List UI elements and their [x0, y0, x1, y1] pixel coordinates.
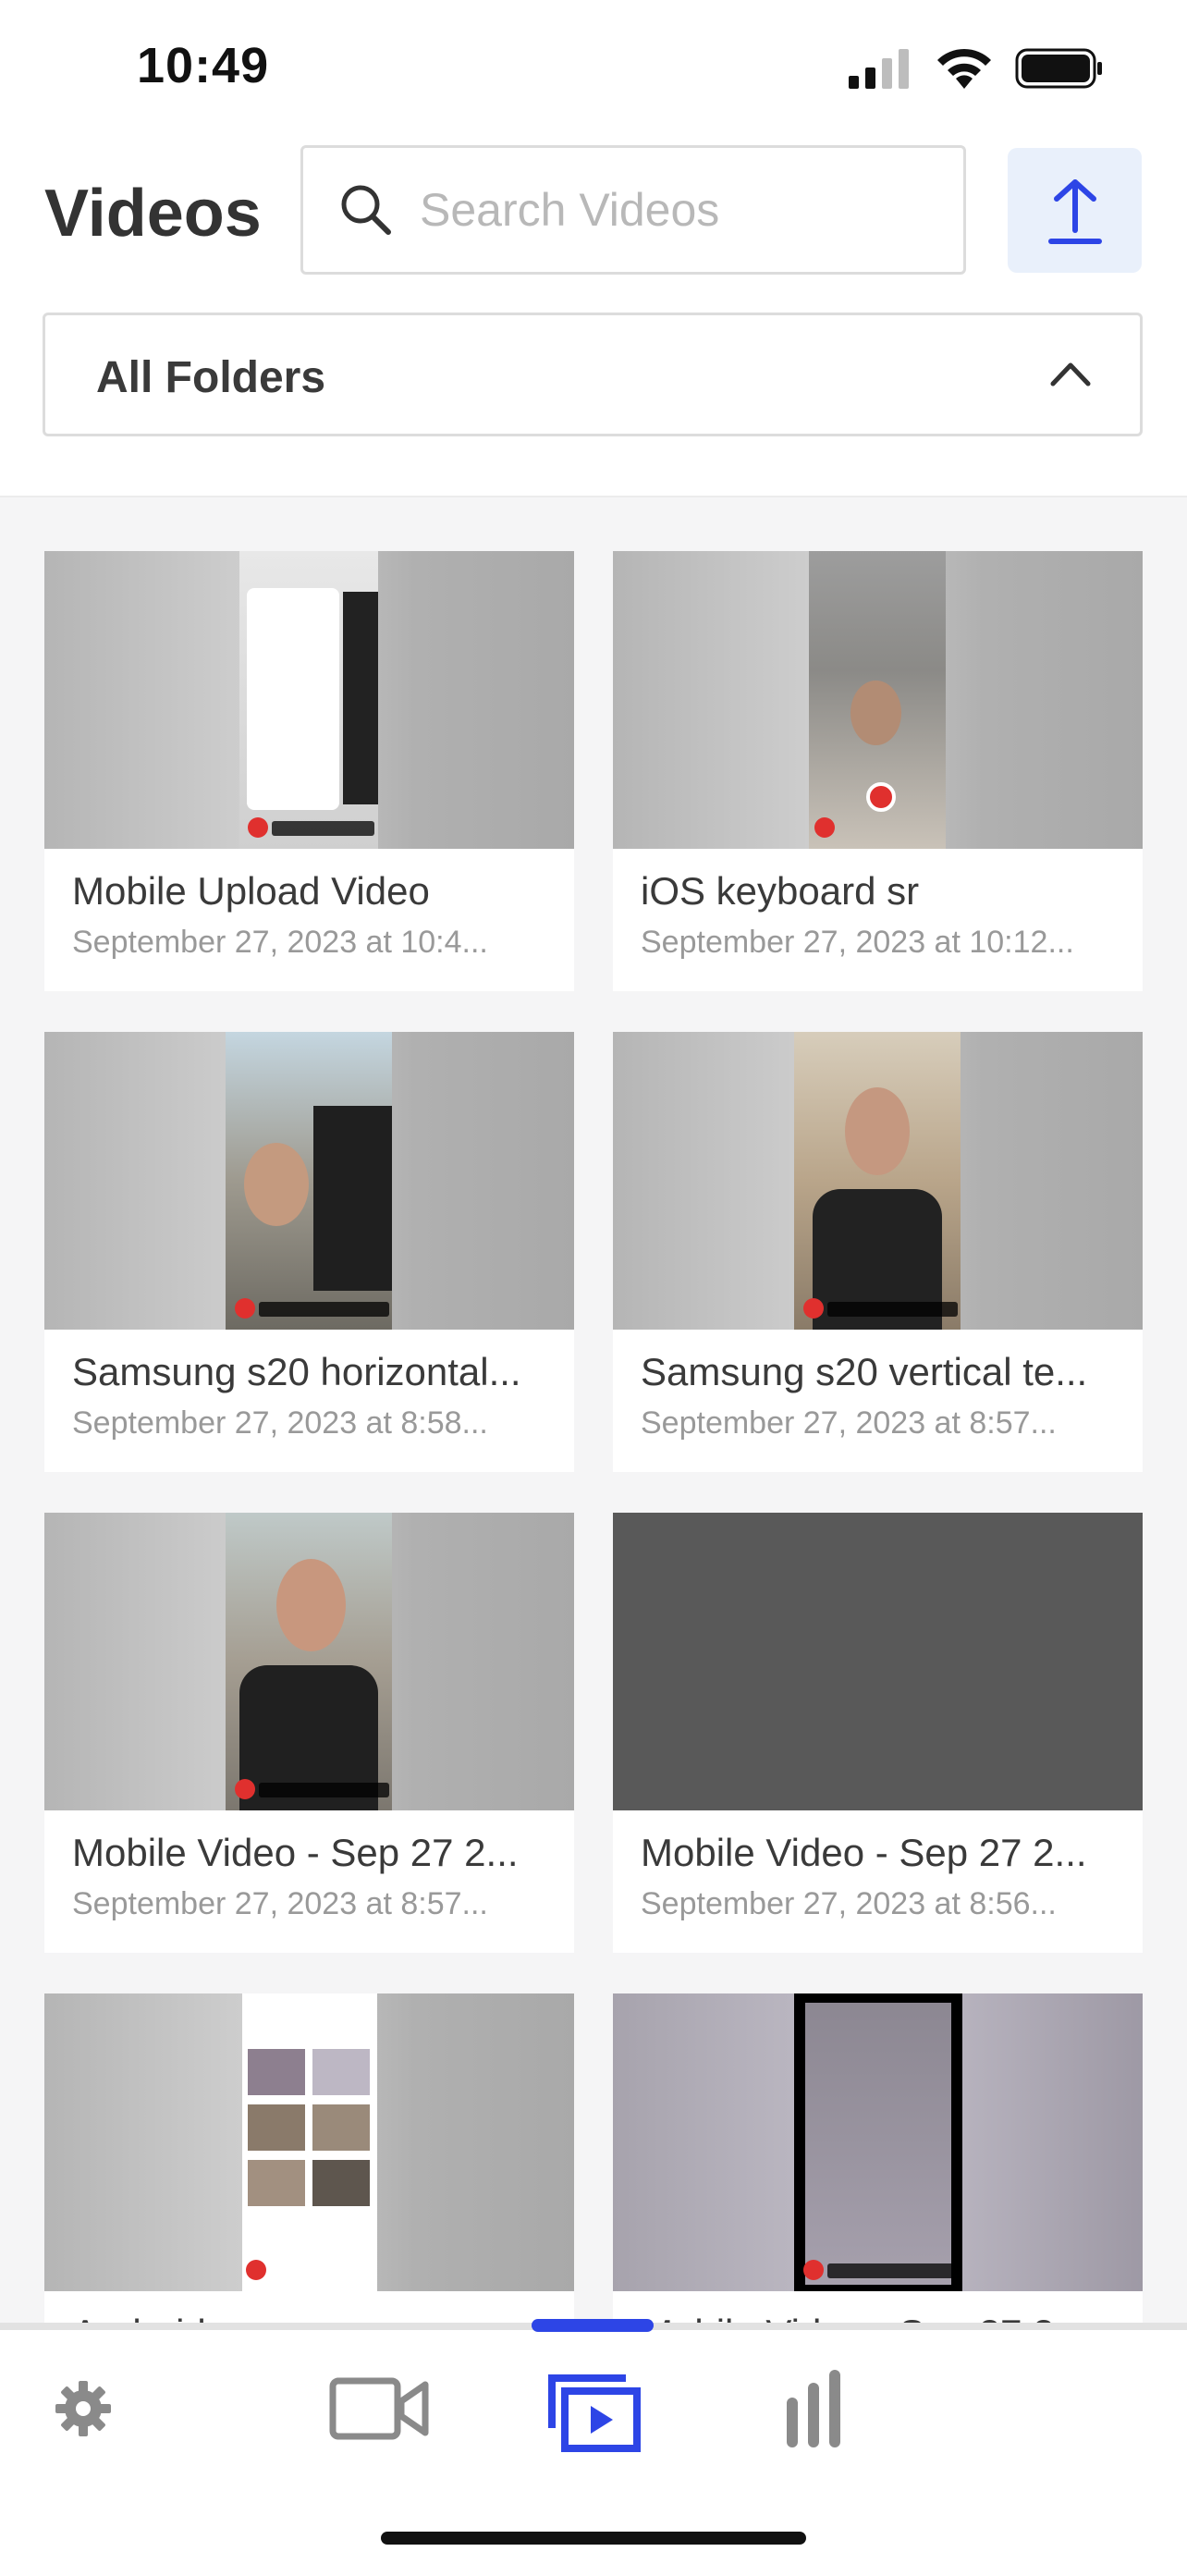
video-grid: Mobile Upload Video September 27, 2023 a… — [44, 551, 1143, 2326]
video-name: Mobile Upload Video — [72, 869, 430, 913]
status-icons — [847, 46, 1104, 91]
video-card[interactable]: iOS keyboard sr September 27, 2023 at 10… — [613, 551, 1143, 991]
battery-icon — [1015, 48, 1102, 89]
video-name: Mobile Video - Sep 27 2... — [72, 1831, 519, 1874]
home-indicator — [381, 2532, 806, 2545]
search-icon — [341, 185, 391, 235]
analytics-bars-icon — [787, 2370, 840, 2447]
video-card[interactable]: Mobile Video - Sep 27 2... — [613, 1993, 1143, 2326]
video-date: September 27, 2023 at 8:57... — [641, 1405, 1057, 1441]
folders-label: All Folders — [96, 353, 326, 402]
video-name: Mobile Video - Sep 27 2... — [641, 1831, 1087, 1874]
gear-icon — [55, 2381, 111, 2436]
video-thumbnail — [44, 551, 574, 849]
search-input[interactable] — [418, 182, 939, 238]
upload-icon — [1047, 178, 1102, 244]
play-icon — [814, 817, 835, 838]
tab-analytics[interactable] — [777, 2367, 850, 2450]
video-camera-icon — [329, 2377, 429, 2440]
video-card[interactable]: Samsung s20 horizontal... September 27, … — [44, 1032, 574, 1472]
play-icon — [235, 1298, 255, 1319]
status-bar: 10:49 — [0, 0, 1187, 139]
play-icon — [235, 1779, 255, 1799]
play-icon — [803, 1298, 824, 1319]
video-name: Samsung s20 horizontal... — [72, 1350, 521, 1393]
cellular-signal-icon — [849, 49, 909, 89]
folders-dropdown[interactable]: All Folders — [43, 313, 1143, 436]
status-time: 10:49 — [137, 38, 270, 93]
video-name: Samsung s20 vertical te... — [641, 1350, 1088, 1393]
video-date: September 27, 2023 at 10:12... — [641, 925, 1074, 960]
page-title: Videos — [44, 177, 262, 251]
active-tab-indicator — [532, 2319, 654, 2332]
wifi-icon — [937, 48, 991, 89]
tab-record[interactable] — [324, 2367, 434, 2450]
video-card[interactable]: Android ... — [44, 1993, 574, 2326]
video-date: September 27, 2023 at 8:57... — [72, 1886, 488, 1921]
play-icon — [246, 2260, 266, 2280]
video-thumbnail — [613, 1993, 1143, 2291]
video-date: September 27, 2023 at 10:4... — [72, 925, 488, 960]
play-icon — [803, 2260, 824, 2280]
search-box[interactable] — [300, 145, 966, 275]
video-name: iOS keyboard sr — [641, 869, 920, 913]
upload-button[interactable] — [1008, 148, 1142, 273]
play-icon — [248, 817, 268, 838]
tab-settings[interactable] — [46, 2367, 120, 2450]
video-thumbnail — [613, 551, 1143, 849]
video-card[interactable]: Mobile Video - Sep 27 2... September 27,… — [44, 1513, 574, 1953]
video-thumbnail — [613, 1513, 1143, 1810]
video-card[interactable]: Samsung s20 vertical te... September 27,… — [613, 1032, 1143, 1472]
video-thumbnail — [44, 1032, 574, 1330]
video-thumbnail — [44, 1993, 574, 2291]
video-thumbnail — [44, 1513, 574, 1810]
video-card[interactable]: Mobile Upload Video September 27, 2023 a… — [44, 551, 574, 991]
video-date: September 27, 2023 at 8:58... — [72, 1405, 488, 1441]
video-date: September 27, 2023 at 8:56... — [641, 1886, 1057, 1921]
chevron-up-icon — [1050, 362, 1091, 386]
video-card[interactable]: Mobile Video - Sep 27 2... September 27,… — [613, 1513, 1143, 1953]
video-thumbnail — [613, 1032, 1143, 1330]
video-library-icon — [547, 2374, 641, 2452]
tab-videos[interactable] — [541, 2367, 647, 2459]
